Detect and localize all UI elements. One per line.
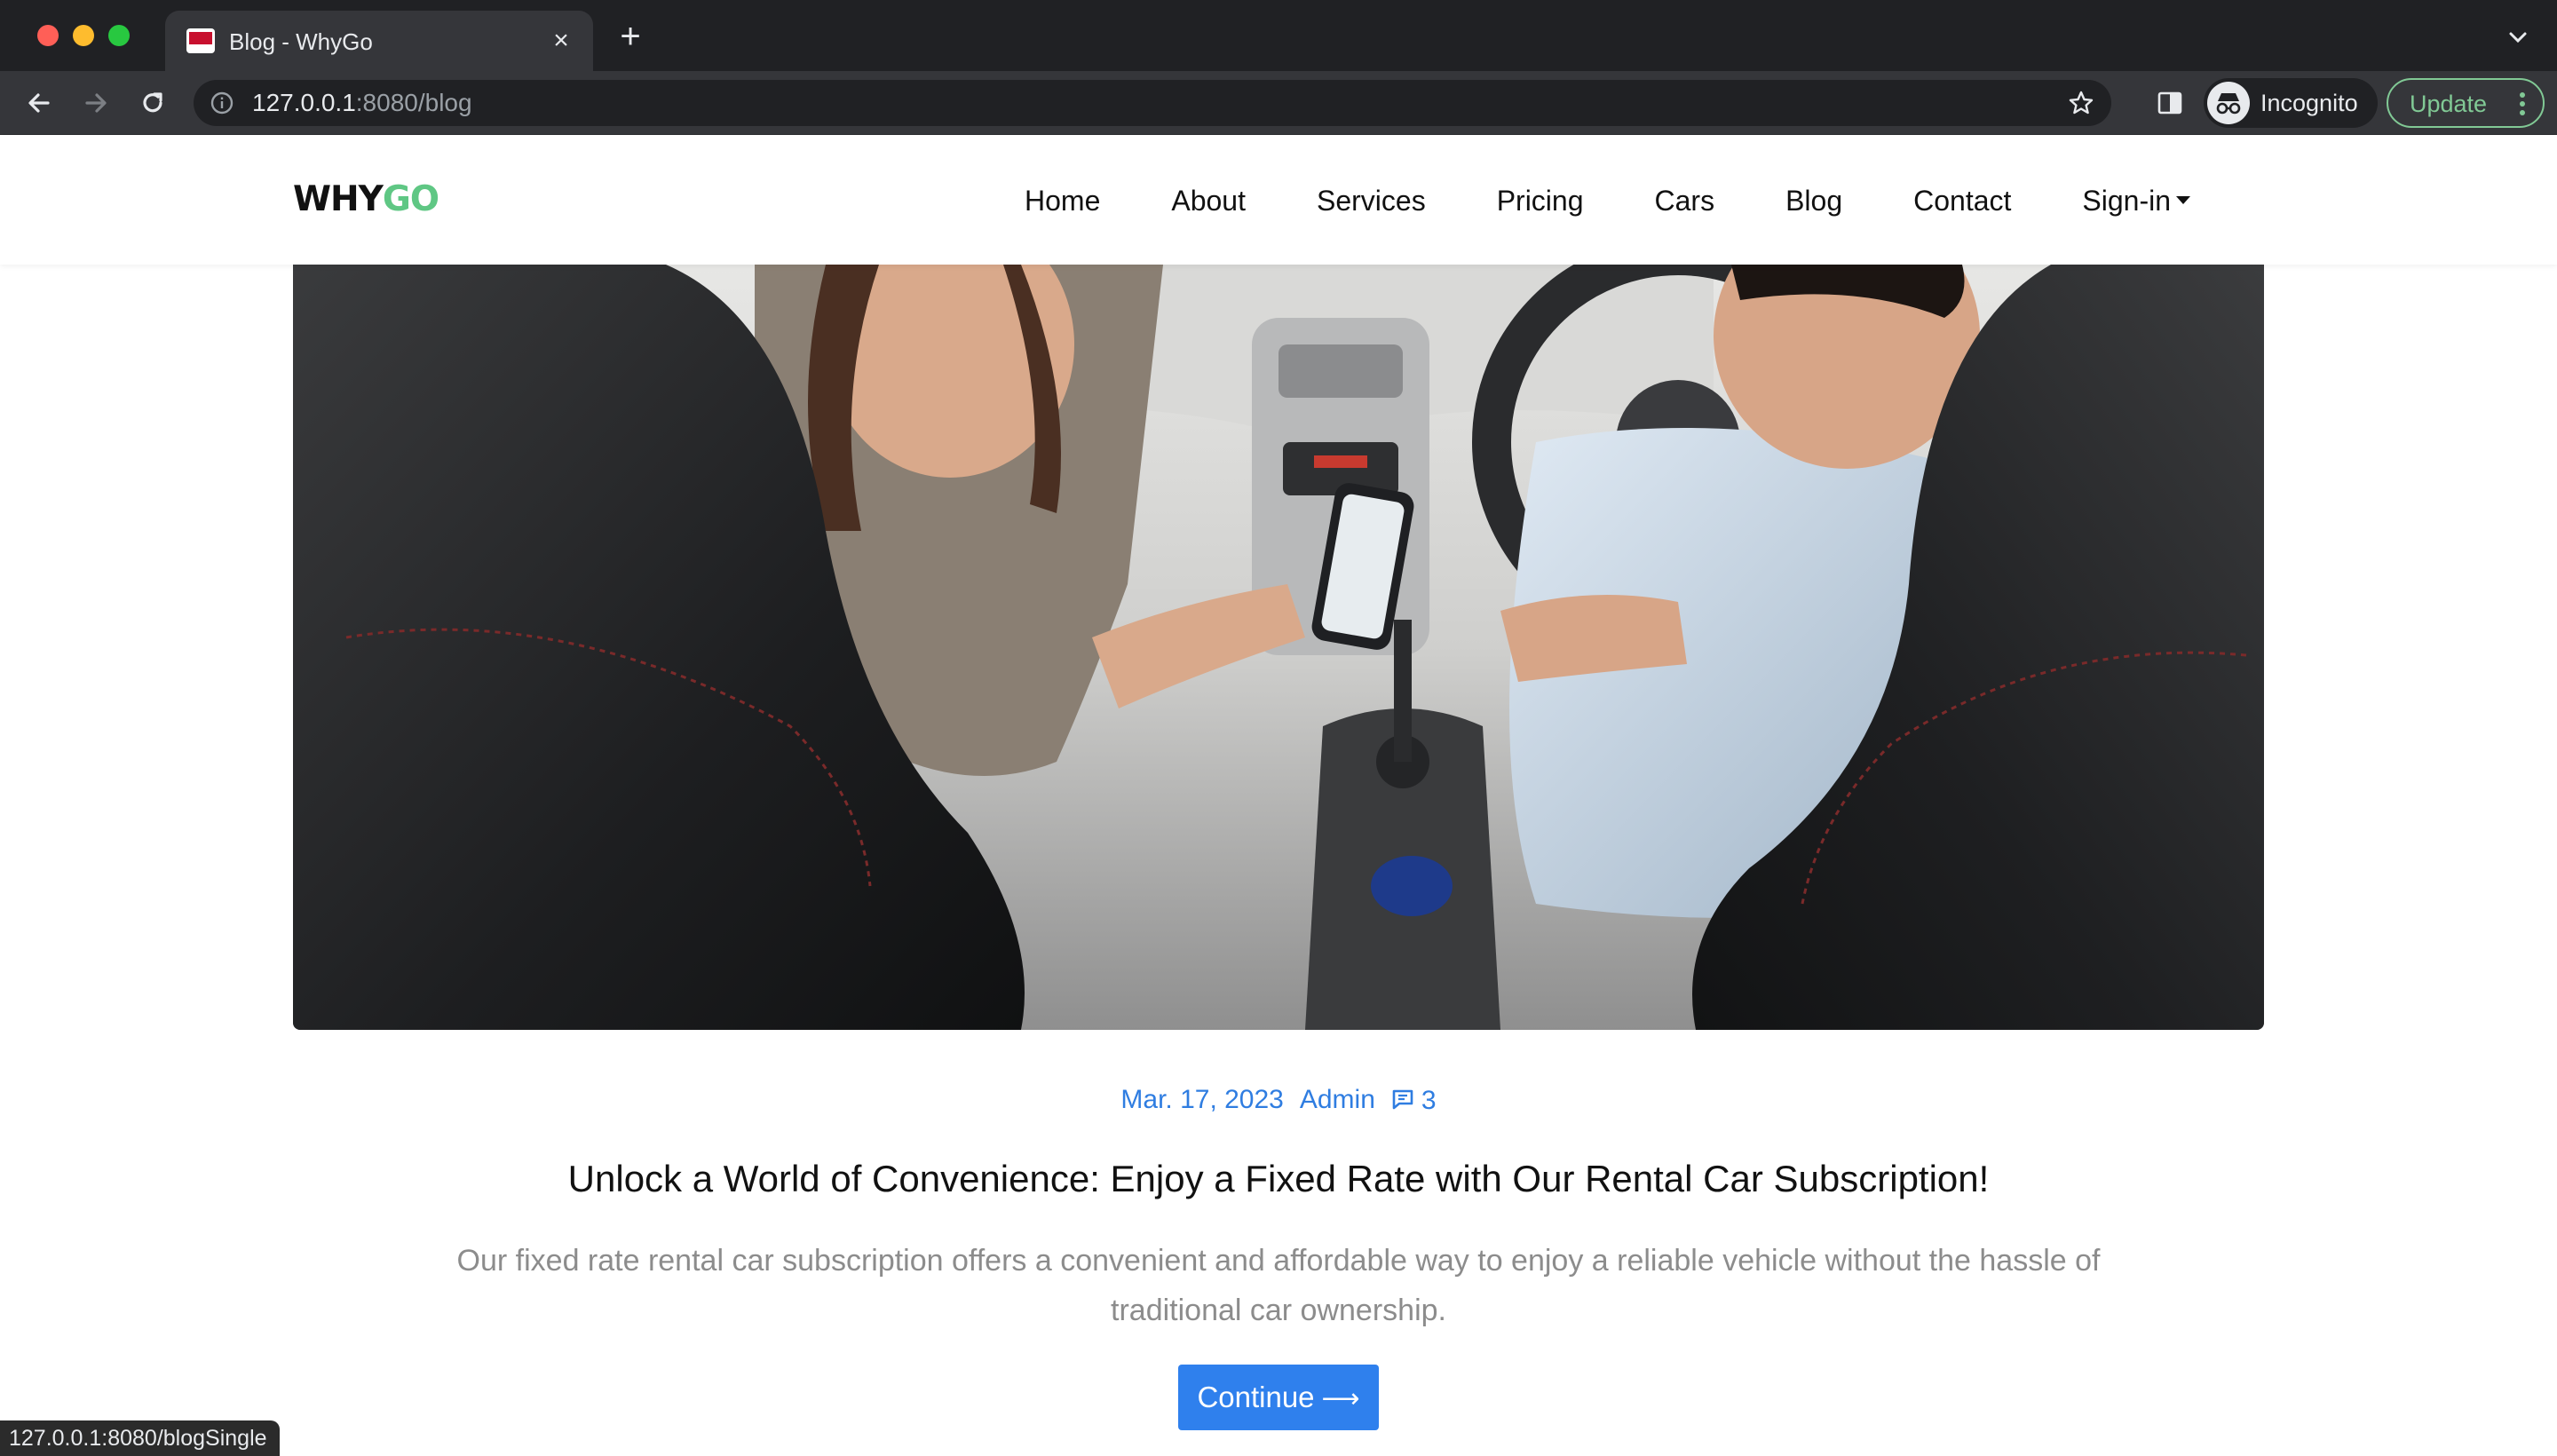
nav-link-cars[interactable]: Cars: [1655, 178, 1715, 223]
window-maximize-button[interactable]: [108, 25, 130, 46]
url-path: :8080/blog: [355, 89, 472, 116]
site-logo[interactable]: WHYGO: [293, 178, 439, 221]
new-tab-icon[interactable]: +: [613, 19, 648, 55]
arrow-right-icon: ⟶: [1321, 1384, 1360, 1413]
window-close-button[interactable]: [37, 25, 59, 46]
url-text[interactable]: 127.0.0.1:8080/blog: [252, 88, 472, 118]
signin-label: Sign-in: [2082, 185, 2171, 217]
nav-link-contact[interactable]: Contact: [1913, 178, 2011, 223]
nav-link-home[interactable]: Home: [1025, 178, 1100, 223]
car-interior-photo: [293, 265, 2264, 1030]
window-minimize-button[interactable]: [73, 25, 94, 46]
site-info-icon[interactable]: [210, 91, 234, 115]
comment-icon: [1392, 1089, 1413, 1109]
url-host: 127.0.0.1: [252, 89, 356, 116]
browser-menu-icon[interactable]: [2518, 91, 2527, 117]
nav-link-blog[interactable]: Blog: [1785, 178, 1842, 223]
browser-toolbar: 127.0.0.1:8080/blog Incognito Update: [0, 71, 2557, 135]
incognito-label: Incognito: [2260, 90, 2358, 116]
logo-text-why: WHY: [293, 179, 384, 219]
site-favicon-icon: [186, 28, 215, 53]
forward-arrow-icon[interactable]: [80, 87, 112, 119]
nav-link-pricing[interactable]: Pricing: [1497, 178, 1584, 223]
logo-text-go: GO: [382, 179, 439, 219]
tab-search-chevron-icon[interactable]: [2504, 23, 2532, 51]
site-header: WHYGO Home About Services Pricing Cars B…: [0, 136, 2557, 265]
caret-down-icon: [2176, 196, 2190, 205]
blog-post-image[interactable]: [293, 265, 2264, 1030]
continue-button[interactable]: Continue ⟶: [1178, 1365, 1379, 1430]
browser-tab-bar: Blog - WhyGo × +: [0, 0, 2557, 71]
tab-title: Blog - WhyGo: [229, 28, 373, 55]
post-comments[interactable]: 3: [1391, 1082, 1437, 1119]
main-navigation: Home About Services Pricing Cars Blog Co…: [1025, 178, 2190, 223]
nav-dropdown-signin[interactable]: Sign-in: [2082, 178, 2190, 223]
post-author[interactable]: Admin: [1300, 1082, 1375, 1118]
update-button[interactable]: Update: [2387, 78, 2545, 128]
continue-label: Continue: [1197, 1381, 1315, 1413]
back-arrow-icon[interactable]: [23, 87, 55, 119]
update-label: Update: [2410, 91, 2488, 117]
incognito-indicator[interactable]: Incognito: [2204, 78, 2378, 128]
bookmark-star-icon[interactable]: [2067, 89, 2095, 117]
nav-link-services[interactable]: Services: [1317, 178, 1426, 223]
address-bar[interactable]: 127.0.0.1:8080/blog: [194, 80, 2111, 126]
close-tab-icon[interactable]: ×: [547, 27, 575, 55]
comment-count: 3: [1421, 1085, 1437, 1115]
post-meta: Mar. 17, 2023 Admin 3: [0, 1081, 2557, 1119]
browser-tab-active[interactable]: Blog - WhyGo ×: [165, 11, 593, 71]
post-title[interactable]: Unlock a World of Convenience: Enjoy a F…: [0, 1154, 2557, 1204]
link-status-bubble: 127.0.0.1:8080/blogSingle: [0, 1420, 280, 1456]
reload-icon[interactable]: [137, 87, 169, 119]
post-excerpt: Our fixed rate rental car subscription o…: [456, 1244, 2101, 1327]
side-panel-icon[interactable]: [2156, 89, 2184, 117]
nav-link-about[interactable]: About: [1171, 178, 1246, 223]
post-date[interactable]: Mar. 17, 2023: [1120, 1082, 1283, 1118]
incognito-icon: [2207, 82, 2250, 124]
